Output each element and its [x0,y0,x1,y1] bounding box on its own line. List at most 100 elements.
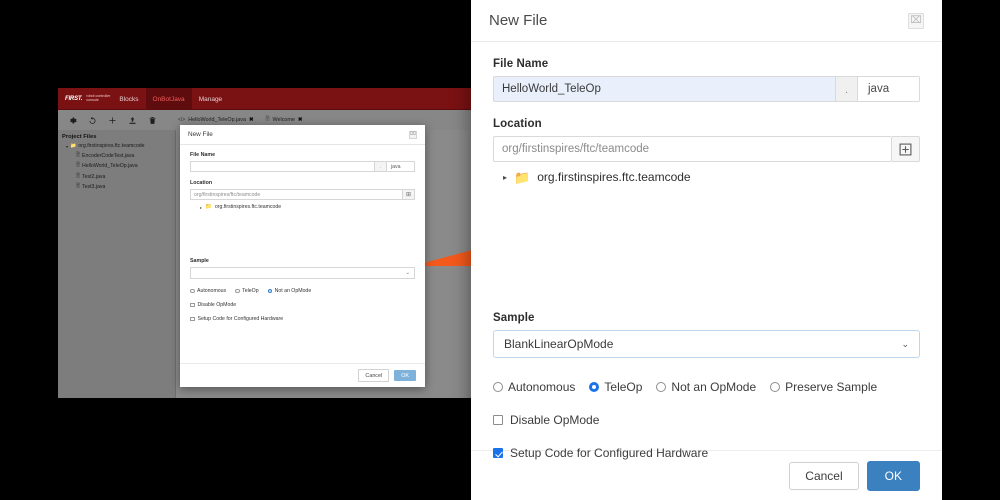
checkbox-icon [190,302,195,308]
chevron-down-icon[interactable]: ▾ [66,144,68,149]
nav-item-manage[interactable]: Manage [192,88,230,110]
chevron-right-icon[interactable]: ▸ [200,205,202,210]
code-icon: </> [178,117,186,123]
robot-controller-console-label: robot controller console [86,94,111,102]
background-radio-teleop[interactable]: TeleOp [235,288,259,294]
checkbox-disable-opmode[interactable]: Disable OpMode [493,413,920,427]
editor-tab-helloworld[interactable]: </> HelloWorld_TeleOp.java ✖ [178,117,254,123]
file-icon: 🖹 [76,172,81,179]
file-name-label: File Name [493,58,549,70]
radio-icon-selected [267,288,273,294]
radio-label: Autonomous [508,380,576,394]
undo-icon[interactable] [88,116,97,125]
radio-icon [770,382,781,392]
background-radio-not-an-opmode[interactable]: Not an OpMode [267,288,312,294]
project-file-item[interactable]: 🖹 HelloWorld_TeleOp.java [76,162,175,170]
chevron-right-icon[interactable]: ▸ [503,173,507,182]
background-cancel-button[interactable]: Cancel [358,369,390,382]
file-icon: 🖹 [76,151,81,158]
opmode-radio-group: Autonomous TeleOp Not an OpMode Preserve… [493,380,920,394]
radio-icon [235,288,240,294]
close-icon[interactable]: ✖ [249,117,254,123]
background-file-extension: java [387,161,415,172]
radio-label: TeleOp [604,380,643,394]
background-dialog-title: New File [188,131,213,138]
location-row: org/firstinspires/ftc/teamcode [493,136,920,162]
radio-label: Not an OpMode [671,380,757,394]
plus-box-icon[interactable] [892,136,920,162]
dialog-body: File Name HelloWorld_TeleOp . java Locat… [471,42,942,460]
nav-item-onbotjava[interactable]: OnBotJava [145,88,192,110]
project-file-item[interactable]: 🖹 Test2.java [76,173,175,181]
background-checkbox-setup-code[interactable]: Setup Code for Configured Hardware [190,316,415,322]
gear-icon[interactable] [68,116,77,125]
project-tree-root-label: org.firstinspires.ftc.teamcode [78,143,145,149]
file-extension-input[interactable]: java [858,76,920,102]
new-file-dialog: New File ⌧ File Name HelloWorld_TeleOp .… [471,0,942,500]
radio-not-an-opmode[interactable]: Not an OpMode [656,380,756,394]
folder-icon: 📁 [70,143,77,149]
radio-label: Preserve Sample [785,380,878,394]
plus-box-icon[interactable]: ⊞ [403,189,415,200]
file-name-row: HelloWorld_TeleOp . java [493,76,920,102]
close-icon[interactable]: ✖ [298,117,303,123]
location-input[interactable]: org/firstinspires/ftc/teamcode [493,136,892,162]
background-radio-label: Autonomous [197,288,227,294]
close-icon[interactable]: ⌧ [908,12,924,29]
radio-teleop[interactable]: TeleOp [589,380,642,394]
folder-icon: 📁 [205,204,212,210]
background-location-tree[interactable]: ▸ 📁 org.firstinspires.ftc.teamcode [200,204,415,210]
first-wordmark: FIRST. [65,96,83,102]
background-checkbox-disable-opmode[interactable]: Disable OpMode [190,302,415,308]
trash-icon[interactable] [148,116,157,125]
project-files-panel: Project Files ▾ 📁 org.firstinspires.ftc.… [58,130,176,398]
editor-tab-label: Welcome [272,117,295,123]
background-radio-label: Not an OpMode [274,288,312,294]
radio-icon-selected [589,382,600,392]
cancel-button[interactable]: Cancel [789,461,859,490]
radio-autonomous[interactable]: Autonomous [493,380,575,394]
project-file-label: EncoderCodeTest.java [82,152,135,159]
project-file-label: Test2.java [82,173,106,180]
first-logo: FIRST. robot controller console [58,94,112,103]
folder-icon: 📁 [514,169,531,185]
background-file-name-input[interactable] [190,161,375,172]
dialog-title: New File [489,12,548,29]
project-tree-root[interactable]: ▾ 📁 org.firstinspires.ftc.teamcode [66,143,175,149]
background-dialog-header: New File ⌧ [180,125,425,145]
plus-icon[interactable] [108,116,117,125]
background-radio-autonomous[interactable]: Autonomous [190,288,226,294]
project-file-item[interactable]: 🖹 EncoderCodeTest.java [76,152,175,160]
radio-icon [190,288,195,294]
background-radio-label: TeleOp [242,288,259,294]
sample-select[interactable]: BlankLinearOpMode ⌄ [493,330,920,358]
location-label: Location [493,118,542,130]
background-location-input[interactable]: org/firstinspires/ftc/teamcode [190,189,403,200]
file-name-input[interactable]: HelloWorld_TeleOp [493,76,836,102]
checkbox-label: Disable OpMode [510,413,600,427]
radio-icon [656,382,667,392]
close-icon[interactable]: ⌧ [409,130,417,139]
upload-icon[interactable] [128,116,137,125]
background-sample-label: Sample [190,258,209,264]
background-location-tree-label: org.firstinspires.ftc.teamcode [214,204,282,210]
sample-label: Sample [493,312,535,324]
background-sample-select[interactable]: ⌄ [190,267,415,279]
background-file-name-label: File Name [190,152,216,158]
editor-tab-welcome[interactable]: 🖹 Welcome ✖ [266,116,303,124]
background-ok-button[interactable]: OK [394,370,416,381]
sample-block: Sample BlankLinearOpMode ⌄ Autonomous Te… [493,312,920,460]
background-checkbox-label: Setup Code for Configured Hardware [197,316,284,322]
background-opmode-radio-group: Autonomous TeleOp Not an OpMode [190,288,415,294]
project-file-item[interactable]: 🖹 Test3.java [76,183,175,191]
radio-preserve-sample[interactable]: Preserve Sample [770,380,877,394]
nav-item-blocks[interactable]: Blocks [112,88,145,110]
checkbox-icon [190,316,195,322]
checkbox-setup-code-for-configured-hardware[interactable]: Setup Code for Configured Hardware [493,446,920,460]
chevron-down-icon: ⌄ [901,338,909,349]
background-file-name-row: . java [190,161,415,172]
background-checkbox-label: Disable OpMode [197,302,237,308]
background-new-file-dialog: New File ⌧ File Name . java Location org… [180,125,425,387]
location-tree-item[interactable]: ▸ 📁 org.firstinspires.ftc.teamcode [503,170,920,184]
ok-button[interactable]: OK [866,460,920,491]
